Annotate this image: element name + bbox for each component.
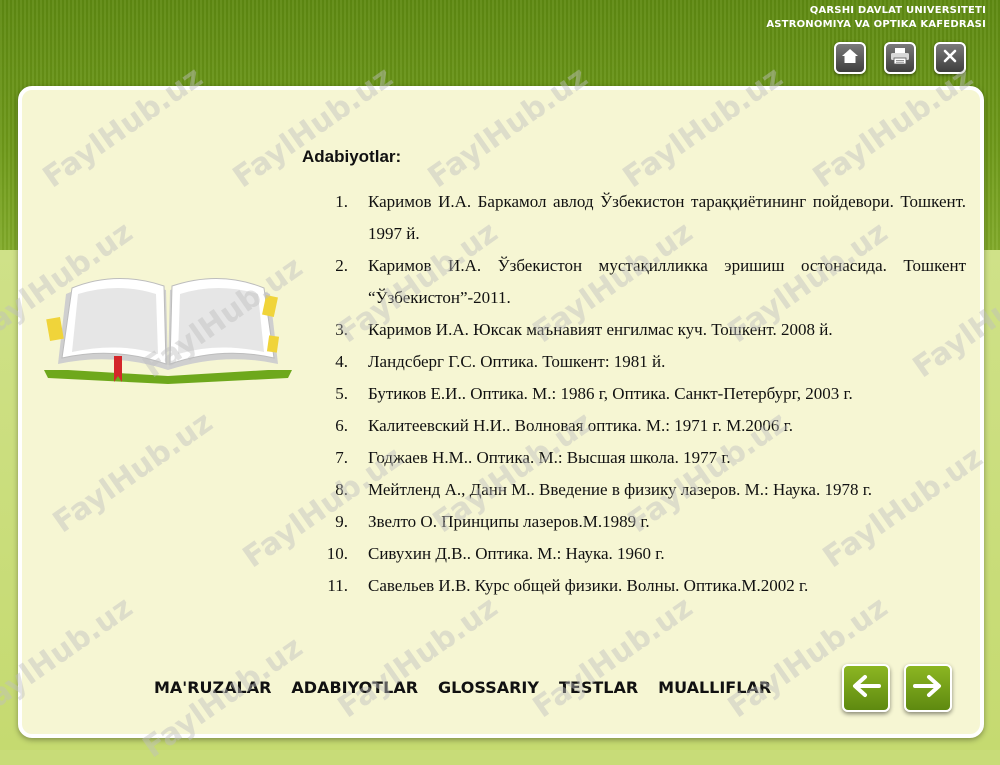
reference-text: Сивухин Д.В.. Оптика. М.: Наука. 1960 г. xyxy=(368,544,665,563)
open-book-illustration xyxy=(42,266,294,391)
reference-text: Звелто О. Принципы лазеров.М.1989 г. xyxy=(368,512,650,531)
close-button[interactable] xyxy=(934,42,966,74)
reference-number: 2. xyxy=(335,256,348,275)
department-name: ASTRONOMIYA VA OPTIKA KAFEDRASI xyxy=(766,19,986,30)
reference-list: 1. Каримов И.А. Баркамол авлод Ўзбекистон… xyxy=(300,186,966,602)
nav-item-mualliflar[interactable]: MUALLIFLAR xyxy=(658,678,771,697)
reference-item: 3. Каримов И.А. Юксак маънавият енгилмас … xyxy=(300,314,966,346)
reference-number: 3. xyxy=(335,320,348,339)
reference-number: 10. xyxy=(326,544,348,563)
reference-text: Бутиков Е.И.. Оптика. М.: 1986 г, Оптика… xyxy=(368,384,853,403)
reference-item: 5. Бутиков Е.И.. Оптика. М.: 1986 г, Опти… xyxy=(300,378,966,410)
reference-number: 5. xyxy=(335,384,348,403)
reference-number: 11. xyxy=(327,576,348,595)
nav-item-maruzalar[interactable]: MA'RUZALAR xyxy=(154,678,271,697)
reference-item: 6. Калитеевский Н.И.. Волновая оптика. М.… xyxy=(300,410,966,442)
reference-number: 6. xyxy=(335,416,348,435)
next-page-button[interactable] xyxy=(904,664,952,712)
home-icon xyxy=(841,47,859,70)
previous-page-button[interactable] xyxy=(842,664,890,712)
reference-item: 9. Звелто О. Принципы лазеров.М.1989 г. xyxy=(300,506,966,538)
reference-item: 8. Мейтленд А., Данн М.. Введение в физик… xyxy=(300,474,966,506)
home-button[interactable] xyxy=(834,42,866,74)
reference-number: 4. xyxy=(335,352,348,371)
reference-text: Каримов И.А. Юксак маънавият енгилмас ку… xyxy=(368,320,833,339)
bottom-navigation: MA'RUZALAR ADABIYOTLAR GLOSSARIY TESTLAR… xyxy=(154,678,771,697)
reference-item: 1. Каримов И.А. Баркамол авлод Ўзбекистон… xyxy=(300,186,966,250)
reference-text: Каримов И.А. Ўзбекистон мустақилликка эр… xyxy=(368,256,966,307)
reference-item: 4. Ландсберг Г.С. Оптика. Тошкент: 1981 й… xyxy=(300,346,966,378)
institution-header: QARSHI DAVLAT UNIVERSITETI ASTRONOMIYA V… xyxy=(766,4,986,32)
reference-number: 9. xyxy=(335,512,348,531)
reference-number: 8. xyxy=(335,480,348,499)
reference-number: 1. xyxy=(335,192,348,211)
reference-item: 7. Годжаев Н.М.. Оптика. М.: Высшая школа… xyxy=(300,442,966,474)
printer-icon xyxy=(890,47,910,70)
content-panel: Adabiyotlar: 1. Каримов И.А. Баркамол авл… xyxy=(18,86,984,738)
page-title: Adabiyotlar: xyxy=(302,147,402,166)
nav-item-glossariy[interactable]: GLOSSARIY xyxy=(438,678,539,697)
reference-item: 11. Савельев И.В. Курс общей физики. Волн… xyxy=(300,570,966,602)
arrow-left-icon xyxy=(851,674,881,703)
reference-text: Ландсберг Г.С. Оптика. Тошкент: 1981 й. xyxy=(368,352,666,371)
nav-item-testlar[interactable]: TESTLAR xyxy=(559,678,638,697)
reference-text: Годжаев Н.М.. Оптика. М.: Высшая школа. … xyxy=(368,448,731,467)
university-name: QARSHI DAVLAT UNIVERSITETI xyxy=(809,5,986,16)
close-icon xyxy=(942,48,958,69)
print-button[interactable] xyxy=(884,42,916,74)
arrow-right-icon xyxy=(913,674,943,703)
reference-item: 2. Каримов И.А. Ўзбекистон мустақилликка … xyxy=(300,250,966,314)
reference-text: Савельев И.В. Курс общей физики. Волны. … xyxy=(368,576,809,595)
reference-text: Каримов И.А. Баркамол авлод Ўзбекистон т… xyxy=(368,192,966,243)
reference-number: 7. xyxy=(335,448,348,467)
reference-text: Калитеевский Н.И.. Волновая оптика. М.: … xyxy=(368,416,793,435)
reference-text: Мейтленд А., Данн М.. Введение в физику … xyxy=(368,480,873,499)
reference-item: 10. Сивухин Д.В.. Оптика. М.: Наука. 1960… xyxy=(300,538,966,570)
nav-item-adabiyotlar[interactable]: ADABIYOTLAR xyxy=(291,678,418,697)
